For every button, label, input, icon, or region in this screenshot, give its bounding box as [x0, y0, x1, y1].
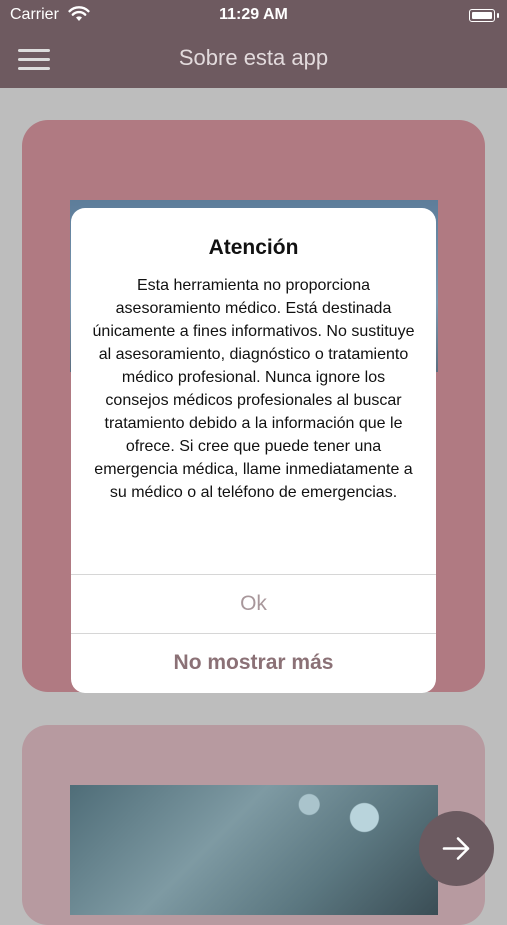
- dialog-title: Atención: [208, 236, 299, 259]
- status-bar: Carrier 11:29 AM: [0, 0, 507, 30]
- dialog-message: Esta herramienta no proporciona asesoram…: [92, 277, 415, 501]
- battery-icon: [469, 9, 499, 22]
- nav-bar: Sobre esta app: [0, 30, 507, 88]
- dont-show-again-button[interactable]: No mostrar más: [71, 634, 436, 692]
- next-button[interactable]: [419, 811, 494, 886]
- card-image-hospital: [70, 785, 438, 915]
- page-title: Sobre esta app: [178, 45, 329, 70]
- arrow-right-icon: [442, 837, 470, 860]
- status-time: 11:29 AM: [219, 6, 288, 23]
- disclaimer-dialog: Atención Esta herramienta no proporciona…: [71, 208, 436, 693]
- ok-button[interactable]: Ok: [71, 575, 436, 633]
